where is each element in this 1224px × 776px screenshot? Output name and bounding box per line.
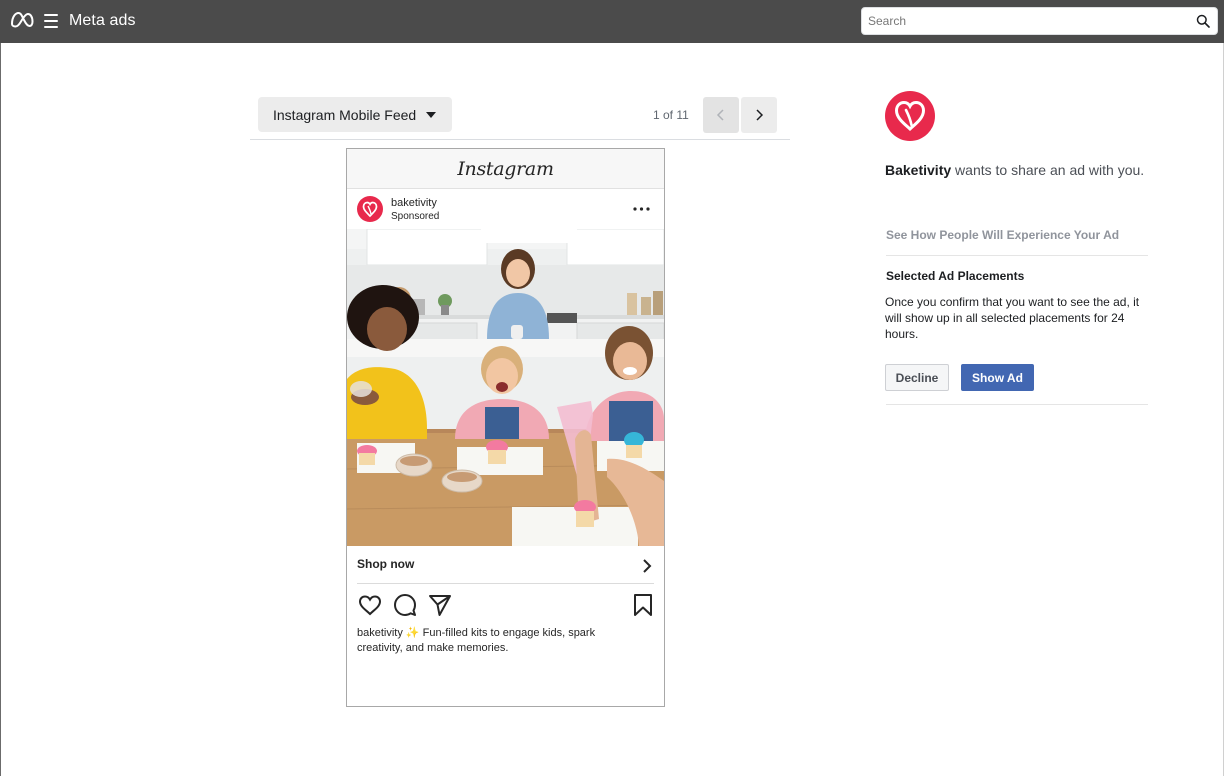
share-message: Baketivity wants to share an ad with you…	[885, 162, 1144, 178]
instagram-header: Instagram	[347, 149, 664, 189]
decline-button[interactable]: Decline	[885, 364, 949, 391]
caption-account-name[interactable]: baketivity	[357, 627, 403, 639]
advertiser-logo	[885, 91, 935, 141]
instagram-wordmark: Instagram	[457, 157, 554, 180]
app-title: Meta ads	[69, 12, 136, 29]
pager-count: 1 of 11	[653, 108, 689, 122]
chevron-left-icon	[716, 109, 724, 121]
sponsored-label: Sponsored	[391, 211, 440, 222]
ad-preview-card: Instagram baketivity Sponsored Shop now …	[346, 148, 665, 707]
chevron-right-icon	[756, 109, 764, 121]
search-input[interactable]	[862, 8, 1182, 34]
post-caption: baketivity ✨ Fun-filled kits to engage k…	[357, 626, 617, 656]
meta-logo-icon[interactable]	[10, 11, 34, 29]
shop-now-cta[interactable]: Shop now	[347, 546, 664, 584]
advertiser-name: Baketivity	[885, 162, 952, 178]
placement-dropdown-label: Instagram Mobile Feed	[273, 106, 417, 123]
more-options-icon[interactable]	[633, 207, 650, 211]
share-message-text: wants to share an ad with you.	[951, 162, 1145, 178]
cta-label: Shop now	[357, 557, 415, 571]
divider	[886, 255, 1148, 256]
see-how-heading: See How People Will Experience Your Ad	[886, 228, 1120, 242]
search-icon[interactable]	[1196, 14, 1210, 28]
post-actions	[347, 592, 664, 620]
show-ad-button[interactable]: Show Ad	[961, 364, 1034, 391]
search-box	[861, 7, 1218, 35]
divider	[357, 583, 654, 584]
divider	[250, 139, 790, 140]
comment-icon[interactable]	[392, 592, 418, 618]
share-icon[interactable]	[427, 592, 453, 618]
ad-image[interactable]	[347, 229, 664, 546]
account-name[interactable]: baketivity	[391, 197, 437, 209]
hamburger-menu-icon[interactable]	[44, 14, 58, 28]
post-header: baketivity Sponsored	[347, 189, 664, 229]
heart-icon[interactable]	[357, 592, 383, 618]
chevron-right-icon	[643, 559, 652, 573]
next-button[interactable]	[741, 97, 777, 133]
selected-placements-description: Once you confirm that you want to see th…	[885, 295, 1140, 341]
previous-button[interactable]	[703, 97, 739, 133]
placement-dropdown[interactable]: Instagram Mobile Feed	[258, 97, 452, 132]
caret-down-icon	[426, 112, 436, 118]
selected-placements-title: Selected Ad Placements	[886, 269, 1025, 283]
divider	[886, 404, 1148, 405]
account-avatar[interactable]	[357, 196, 383, 222]
top-bar: Meta ads	[0, 0, 1224, 43]
bookmark-icon[interactable]	[630, 592, 656, 618]
